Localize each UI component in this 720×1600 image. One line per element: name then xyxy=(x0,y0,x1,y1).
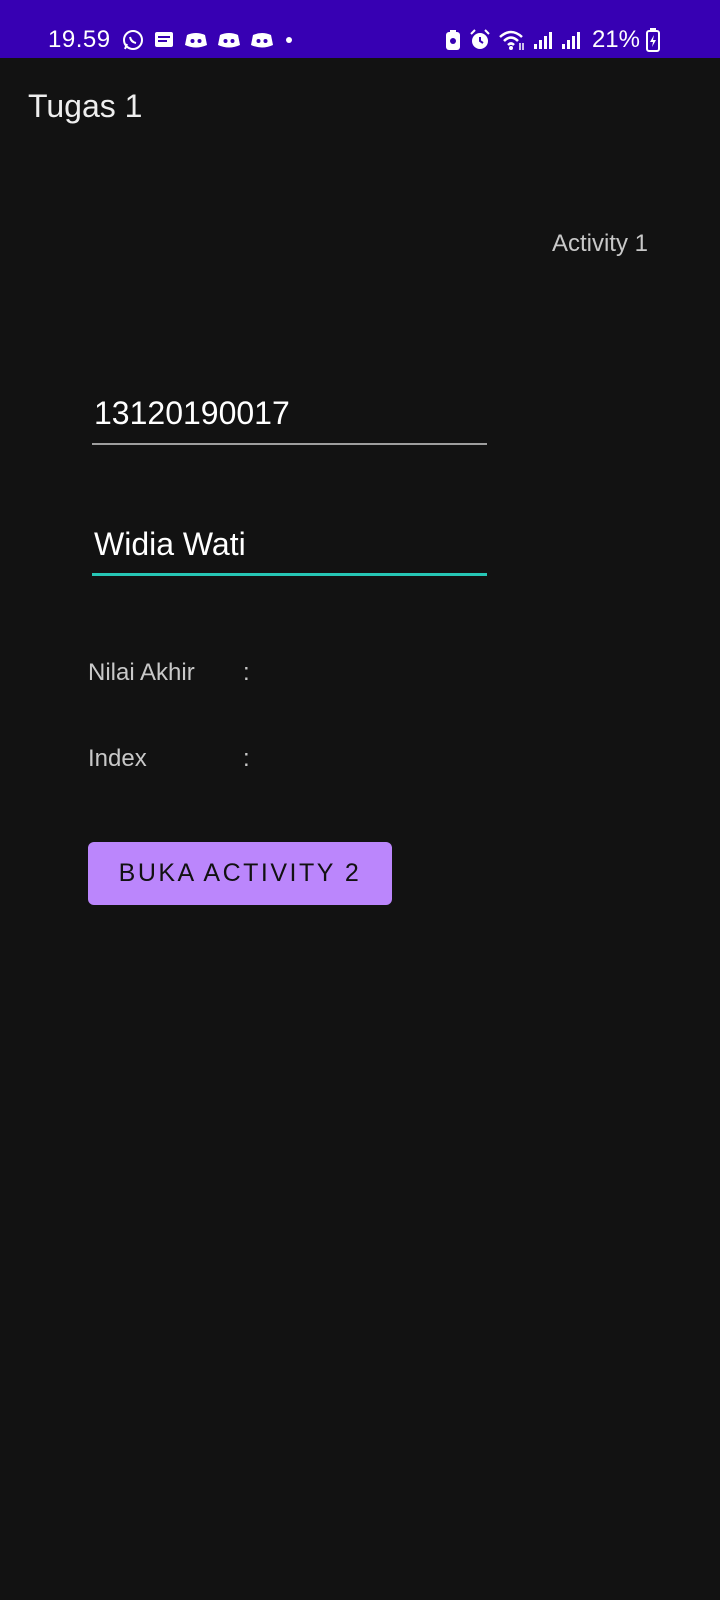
dot-icon xyxy=(283,34,295,46)
signal-icon xyxy=(532,30,554,50)
activity-label: Activity 1 xyxy=(551,230,648,257)
open-activity-2-button[interactable]: BUKA ACTIVITY 2 xyxy=(88,842,392,905)
name-input-value: Widia Wati xyxy=(94,526,246,562)
message-icon xyxy=(153,30,175,50)
nilai-akhir-label: Nilai Akhir xyxy=(88,659,195,686)
status-time: 19.59 xyxy=(48,26,111,53)
nim-input-value: 13120190017 xyxy=(94,395,290,431)
battery-icon xyxy=(646,28,660,52)
discord-icon xyxy=(184,31,208,49)
nim-input-underline xyxy=(92,443,487,445)
alarm-icon xyxy=(468,28,492,52)
discord-icon xyxy=(250,31,274,49)
status-bar: 19.59 21% xyxy=(0,0,720,58)
battery-saver-icon xyxy=(444,29,462,51)
system-icons: 21% xyxy=(444,26,660,54)
index-label: Index xyxy=(88,745,147,772)
signal-icon xyxy=(560,30,582,50)
nilai-akhir-row: Nilai Akhir : xyxy=(88,659,250,687)
whatsapp-icon xyxy=(122,29,144,51)
app-title: Tugas 1 xyxy=(28,88,143,124)
notification-icons xyxy=(122,26,295,54)
discord-icon xyxy=(217,31,241,49)
index-colon: : xyxy=(243,745,250,772)
name-input[interactable]: Widia Wati xyxy=(92,526,487,576)
nilai-akhir-colon: : xyxy=(243,659,250,686)
nim-input[interactable]: 13120190017 xyxy=(92,395,487,445)
wifi-icon xyxy=(498,29,526,51)
name-input-underline xyxy=(92,573,487,576)
index-row: Index : xyxy=(88,745,250,773)
battery-percentage: 21% xyxy=(591,26,640,53)
